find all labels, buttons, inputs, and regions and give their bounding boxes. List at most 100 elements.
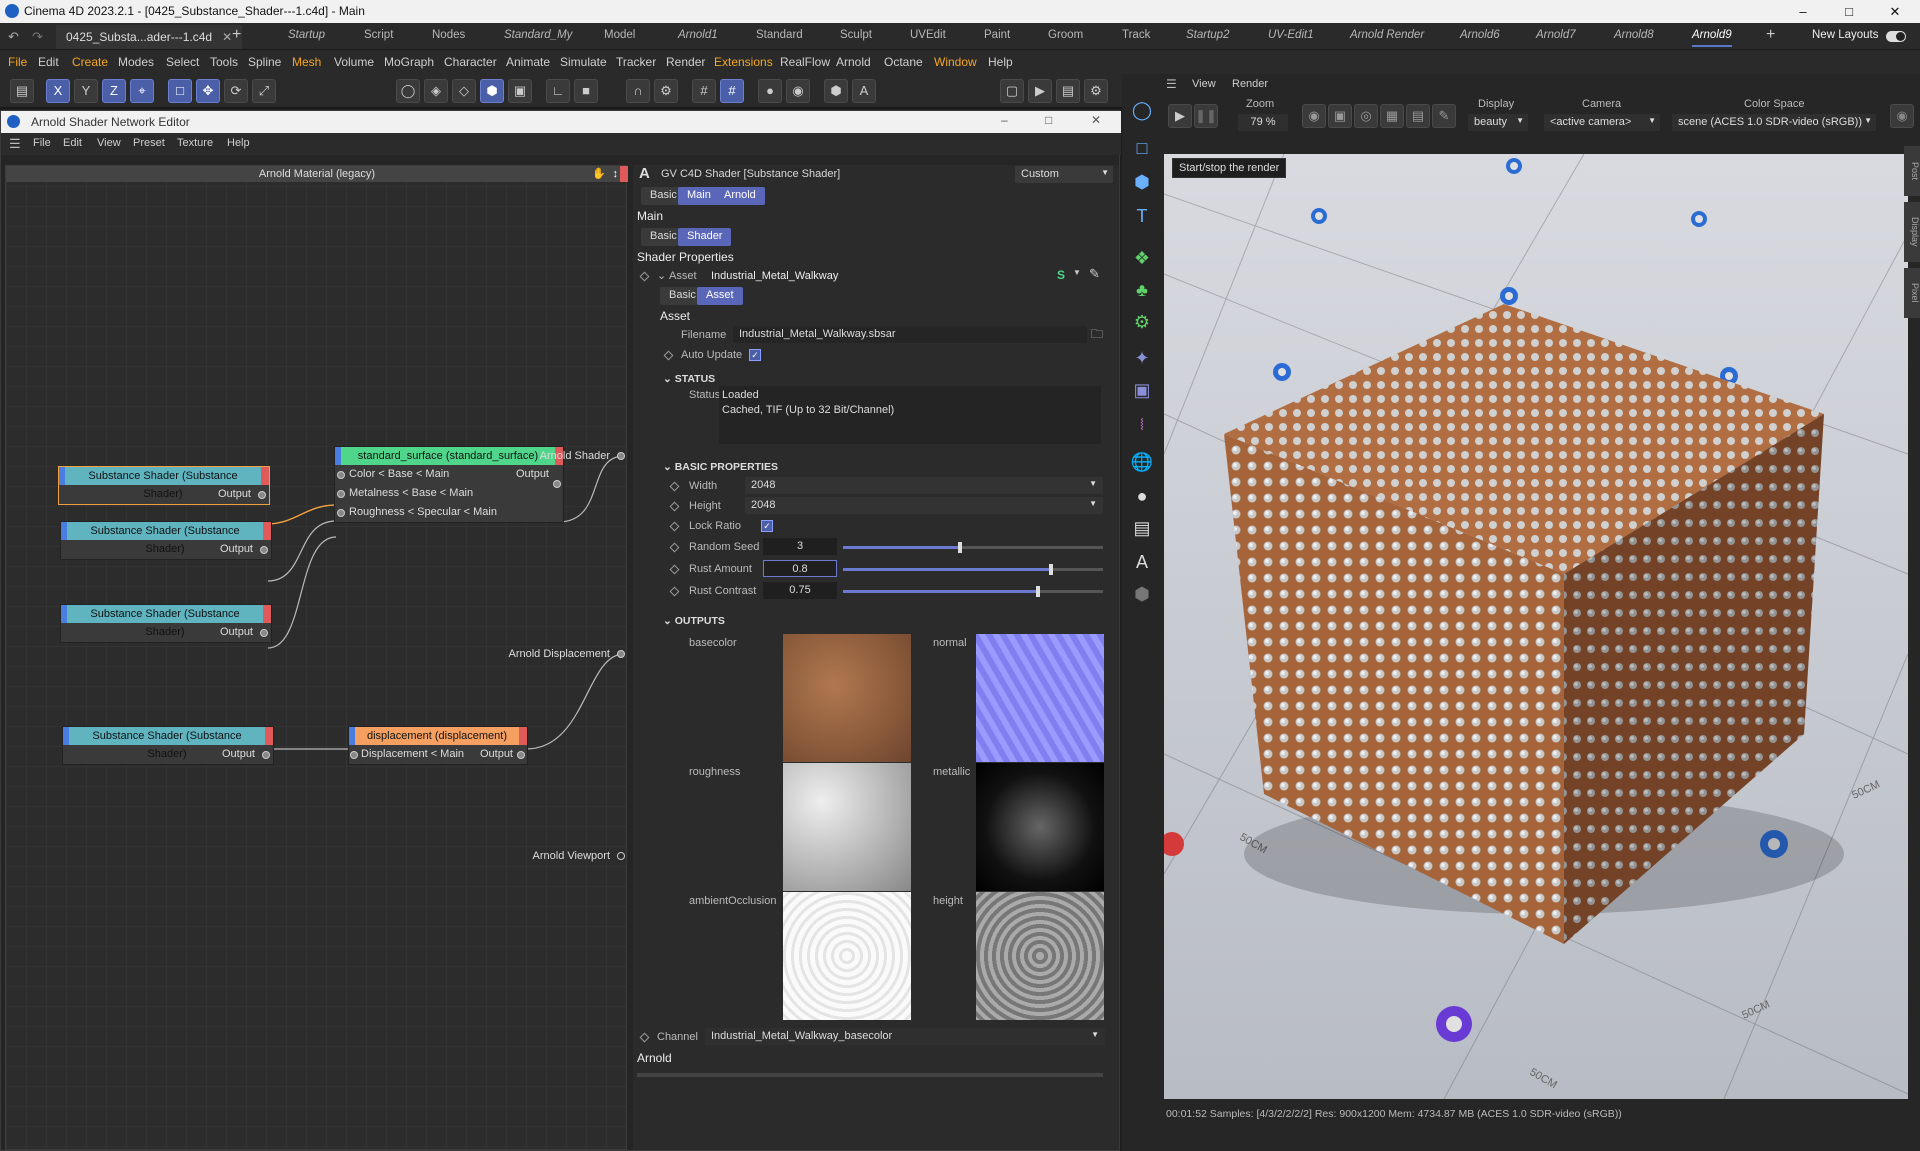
layout-tab-uv-edit1[interactable]: UV-Edit1 bbox=[1268, 29, 1314, 41]
document-tab[interactable]: 0425_Substa...ader---1.c4d ✕ bbox=[56, 25, 243, 49]
menu-create[interactable]: Create bbox=[72, 55, 108, 69]
auto-update-checkbox[interactable]: ✓ bbox=[749, 349, 761, 361]
input-displacement[interactable]: Displacement < Main Output bbox=[349, 745, 527, 764]
menu-help[interactable]: Help bbox=[988, 55, 1013, 69]
folder-icon[interactable]: 🗀 bbox=[1091, 325, 1103, 346]
basic-properties-header[interactable]: ⌄ BASIC PROPERTIES bbox=[663, 461, 778, 473]
horizontal-scrollbar[interactable] bbox=[637, 1073, 1103, 1077]
menu-animate[interactable]: Animate bbox=[506, 55, 550, 69]
asset-tab-asset[interactable]: Asset bbox=[697, 287, 743, 305]
hamburger-icon[interactable]: ☰ bbox=[9, 136, 21, 152]
z-axis-icon[interactable]: Z bbox=[102, 79, 126, 103]
globe-icon[interactable]: ◎ bbox=[1354, 104, 1378, 128]
text-tool-icon[interactable]: T bbox=[1128, 202, 1156, 230]
new-layouts-button[interactable]: New Layouts bbox=[1812, 29, 1878, 41]
filename-field[interactable]: Industrial_Metal_Walkway.sbsar bbox=[733, 326, 1087, 343]
output-port[interactable] bbox=[517, 751, 525, 759]
layout-tab-paint[interactable]: Paint bbox=[984, 29, 1010, 41]
preset-dropdown[interactable]: Custom ▼ bbox=[1015, 166, 1113, 183]
layout-tab-arnold8[interactable]: Arnold8 bbox=[1614, 29, 1654, 41]
tab-main[interactable]: Main bbox=[678, 187, 720, 205]
compare-icon[interactable]: ▤ bbox=[1406, 104, 1430, 128]
basecolor-thumbnail[interactable] bbox=[783, 634, 911, 762]
rectangle-tool-icon[interactable]: □ bbox=[1128, 134, 1156, 162]
input-roughness[interactable]: Roughness < Specular < Main bbox=[335, 503, 563, 522]
settings-icon[interactable]: ⚙ bbox=[654, 79, 678, 103]
maximize-icon[interactable]: □ bbox=[1826, 0, 1872, 23]
menu-edit[interactable]: Edit bbox=[38, 55, 59, 69]
command-icon[interactable]: ▤ bbox=[10, 79, 34, 103]
arnold-viewport-port[interactable] bbox=[617, 852, 625, 860]
cloner-icon[interactable]: ♣ bbox=[1128, 276, 1156, 304]
substance-icon[interactable]: S bbox=[1057, 268, 1065, 282]
layout-tab-startup[interactable]: Startup bbox=[288, 29, 325, 41]
edge-mode-icon[interactable]: ◇ bbox=[452, 79, 476, 103]
outputs-section-header[interactable]: ⌄ OUTPUTS bbox=[663, 615, 725, 627]
render-region-icon[interactable]: ● bbox=[758, 79, 782, 103]
channel-dropdown[interactable]: Industrial_Metal_Walkway_basecolor ▼ bbox=[705, 1028, 1105, 1045]
menu-select[interactable]: Select bbox=[166, 55, 199, 69]
editor-close-icon[interactable]: ✕ bbox=[1091, 113, 1101, 127]
menu-character[interactable]: Character bbox=[444, 55, 497, 69]
menu-tracker[interactable]: Tracker bbox=[616, 55, 656, 69]
substance-node-4[interactable]: Substance Shader (Substance Shader) Outp… bbox=[62, 726, 274, 765]
substance-node-4-output[interactable]: Output bbox=[63, 745, 273, 764]
magnet-icon[interactable]: ∩ bbox=[626, 79, 650, 103]
slider-knob[interactable] bbox=[1049, 564, 1053, 575]
node-graph[interactable]: Arnold Material (legacy) ✋ ↕ Substance S… bbox=[5, 165, 628, 1150]
material-cube-icon[interactable]: ⬢ bbox=[1128, 580, 1156, 608]
arnold-displacement-port[interactable] bbox=[617, 650, 625, 658]
coordinate-system-icon[interactable]: ⌖ bbox=[130, 79, 154, 103]
zoom-field[interactable]: 79 % bbox=[1238, 114, 1288, 131]
camera-icon[interactable]: ▤ bbox=[1128, 514, 1156, 542]
point-mode-icon[interactable]: ◈ bbox=[424, 79, 448, 103]
axis-mode-icon[interactable]: ∟ bbox=[546, 79, 570, 103]
redo-icon[interactable]: ↷ bbox=[32, 29, 43, 45]
layout-tab-startup2[interactable]: Startup2 bbox=[1186, 29, 1229, 41]
gear-icon[interactable]: ⚙ bbox=[1128, 308, 1156, 336]
rotate-icon[interactable]: ⟳ bbox=[224, 79, 248, 103]
layout-tab-arnold9[interactable]: Arnold9 bbox=[1692, 29, 1732, 47]
render-queue-icon[interactable]: ▤ bbox=[1056, 79, 1080, 103]
input-port[interactable] bbox=[350, 751, 358, 759]
input-port[interactable] bbox=[337, 471, 345, 479]
layout-tab-arnold1[interactable]: Arnold1 bbox=[678, 29, 718, 41]
screenshot-camera-icon[interactable]: ◉ bbox=[1890, 104, 1914, 128]
layout-tab-standard-my[interactable]: Standard_My bbox=[504, 29, 572, 41]
output-port[interactable] bbox=[553, 480, 561, 488]
render-settings2-icon[interactable]: ⚙ bbox=[1084, 79, 1108, 103]
output-port[interactable] bbox=[260, 629, 268, 637]
render-active-icon[interactable]: ▶ bbox=[1028, 79, 1052, 103]
minimize-icon[interactable]: – bbox=[1780, 0, 1826, 23]
displacement-node[interactable]: displacement (displacement) Displacement… bbox=[348, 726, 528, 765]
edit-pencil-icon[interactable]: ✎ bbox=[1089, 266, 1100, 282]
layout-tab-arnold-render[interactable]: Arnold Render bbox=[1350, 29, 1424, 41]
uv-mode-icon[interactable]: ▣ bbox=[508, 79, 532, 103]
menu-realflow[interactable]: RealFlow bbox=[780, 55, 830, 69]
editor-menu-preset[interactable]: Preset bbox=[133, 137, 165, 149]
editor-menu-file[interactable]: File bbox=[33, 137, 51, 149]
solo-icon[interactable]: ■ bbox=[574, 79, 598, 103]
rust-contrast-slider[interactable] bbox=[843, 586, 1103, 597]
layout-tab-standard[interactable]: Standard bbox=[756, 29, 803, 41]
subtab-shader[interactable]: Shader bbox=[678, 228, 732, 246]
select-tool-icon[interactable]: ◯ bbox=[1128, 96, 1156, 124]
x-axis-icon[interactable]: X bbox=[46, 79, 70, 103]
menu-tools[interactable]: Tools bbox=[210, 55, 238, 69]
close-icon[interactable]: ✕ bbox=[1872, 0, 1918, 23]
output-port[interactable] bbox=[262, 751, 270, 759]
layout-tab-nodes[interactable]: Nodes bbox=[432, 29, 465, 41]
render-settings-icon[interactable]: ◉ bbox=[786, 79, 810, 103]
arnold-text-icon[interactable]: A bbox=[1128, 548, 1156, 576]
layout-tab-model[interactable]: Model bbox=[604, 29, 635, 41]
menu-file[interactable]: File bbox=[8, 55, 27, 69]
field-icon[interactable]: ▣ bbox=[1128, 376, 1156, 404]
input-metalness[interactable]: Metalness < Base < Main bbox=[335, 480, 563, 503]
sky-icon[interactable]: 🌐 bbox=[1128, 448, 1156, 476]
normal-thumbnail[interactable] bbox=[976, 634, 1104, 762]
ambient-occlusion-thumbnail[interactable] bbox=[783, 892, 911, 1020]
substance-node-1[interactable]: Substance Shader (Substance Shader) Outp… bbox=[58, 466, 270, 505]
menu-arnold[interactable]: Arnold bbox=[836, 55, 871, 69]
render-viewport[interactable]: 50CM 50CM 50CM 50CM Start/stop the rende… bbox=[1164, 154, 1908, 1099]
status-section-header[interactable]: ⌄ STATUS bbox=[663, 373, 715, 385]
